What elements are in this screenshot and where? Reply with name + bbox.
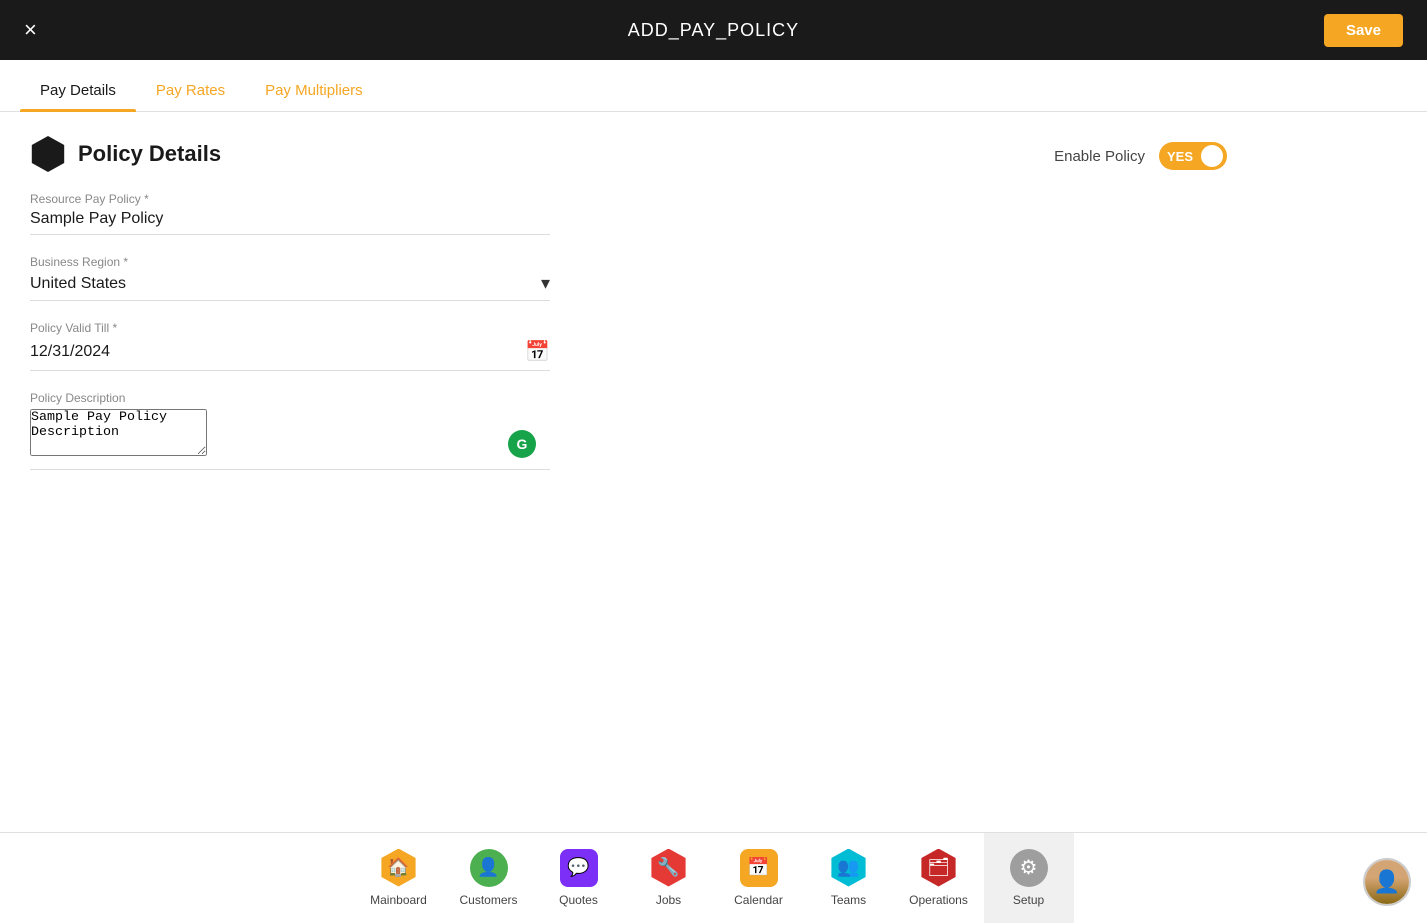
policy-description-input[interactable] bbox=[30, 409, 207, 456]
policy-valid-till-label: Policy Valid Till * bbox=[30, 321, 550, 335]
jobs-icon: 🔧 bbox=[650, 849, 688, 887]
toggle-circle bbox=[1201, 145, 1223, 167]
nav-label-teams: Teams bbox=[831, 893, 866, 907]
nav-item-customers[interactable]: 👤 Customers bbox=[444, 833, 534, 923]
enable-policy-toggle[interactable]: YES bbox=[1159, 142, 1227, 170]
nav-item-operations[interactable]: 🗂 Operations bbox=[894, 833, 984, 923]
nav-item-calendar[interactable]: 📅 Calendar bbox=[714, 833, 804, 923]
avatar[interactable]: 👤 bbox=[1363, 858, 1411, 906]
bottom-nav: 🏠 Mainboard 👤 Customers 💬 Quotes 🔧 Jobs … bbox=[0, 832, 1427, 922]
mainboard-icon: 🏠 bbox=[380, 849, 418, 887]
page-title: ADD_PAY_POLICY bbox=[628, 20, 799, 41]
customers-icon: 👤 bbox=[470, 849, 508, 887]
calendar-nav-icon: 📅 bbox=[740, 849, 778, 887]
business-region-dropdown-arrow[interactable]: ▾ bbox=[541, 273, 550, 294]
policy-description-field: Policy Description G bbox=[30, 391, 550, 470]
business-region-value[interactable]: United States ▾ bbox=[30, 273, 550, 301]
grammarly-icon[interactable]: G bbox=[508, 430, 536, 458]
nav-label-calendar: Calendar bbox=[734, 893, 783, 907]
top-bar: × ADD_PAY_POLICY Save bbox=[0, 0, 1427, 60]
policy-valid-till-value: 📅 bbox=[30, 339, 550, 371]
setup-icon: ⚙ bbox=[1010, 849, 1048, 887]
nav-item-mainboard[interactable]: 🏠 Mainboard bbox=[354, 833, 444, 923]
main-content: Policy Details Enable Policy YES Resourc… bbox=[0, 112, 1427, 832]
business-region-label: Business Region * bbox=[30, 255, 550, 269]
policy-description-label: Policy Description bbox=[30, 391, 550, 405]
nav-label-operations: Operations bbox=[909, 893, 968, 907]
nav-label-quotes: Quotes bbox=[559, 893, 598, 907]
avatar-image: 👤 bbox=[1365, 860, 1409, 904]
calendar-icon[interactable]: 📅 bbox=[525, 339, 550, 364]
policy-description-wrapper: G bbox=[30, 409, 550, 470]
nav-label-customers: Customers bbox=[459, 893, 517, 907]
save-button[interactable]: Save bbox=[1324, 14, 1403, 47]
teams-icon: 👥 bbox=[830, 849, 868, 887]
enable-policy-label: Enable Policy bbox=[1054, 148, 1145, 165]
resource-pay-policy-field: Resource Pay Policy * bbox=[30, 192, 550, 235]
nav-label-setup: Setup bbox=[1013, 893, 1044, 907]
resource-pay-policy-input[interactable] bbox=[30, 210, 550, 228]
nav-item-quotes[interactable]: 💬 Quotes bbox=[534, 833, 624, 923]
section-title: Policy Details bbox=[78, 141, 221, 167]
nav-item-jobs[interactable]: 🔧 Jobs bbox=[624, 833, 714, 923]
section-hex-icon bbox=[30, 136, 66, 172]
nav-label-mainboard: Mainboard bbox=[370, 893, 427, 907]
policy-valid-till-field: Policy Valid Till * 📅 bbox=[30, 321, 550, 371]
nav-item-teams[interactable]: 👥 Teams bbox=[804, 833, 894, 923]
tab-pay-multipliers[interactable]: Pay Multipliers bbox=[245, 72, 383, 111]
business-region-field: Business Region * United States ▾ bbox=[30, 255, 550, 301]
tab-pay-details[interactable]: Pay Details bbox=[20, 72, 136, 111]
toggle-yes-label: YES bbox=[1167, 149, 1193, 164]
quotes-icon: 💬 bbox=[560, 849, 598, 887]
nav-label-jobs: Jobs bbox=[656, 893, 681, 907]
close-button[interactable]: × bbox=[24, 19, 37, 41]
nav-item-setup[interactable]: ⚙ Setup bbox=[984, 833, 1074, 923]
policy-valid-till-input[interactable] bbox=[30, 343, 525, 361]
tabs-bar: Pay Details Pay Rates Pay Multipliers bbox=[0, 60, 1427, 112]
resource-pay-policy-label: Resource Pay Policy * bbox=[30, 192, 550, 206]
enable-policy-area: Enable Policy YES bbox=[1054, 142, 1227, 170]
resource-pay-policy-value bbox=[30, 210, 550, 235]
tab-pay-rates[interactable]: Pay Rates bbox=[136, 72, 245, 111]
policy-description-border bbox=[30, 409, 550, 470]
operations-icon: 🗂 bbox=[920, 849, 958, 887]
